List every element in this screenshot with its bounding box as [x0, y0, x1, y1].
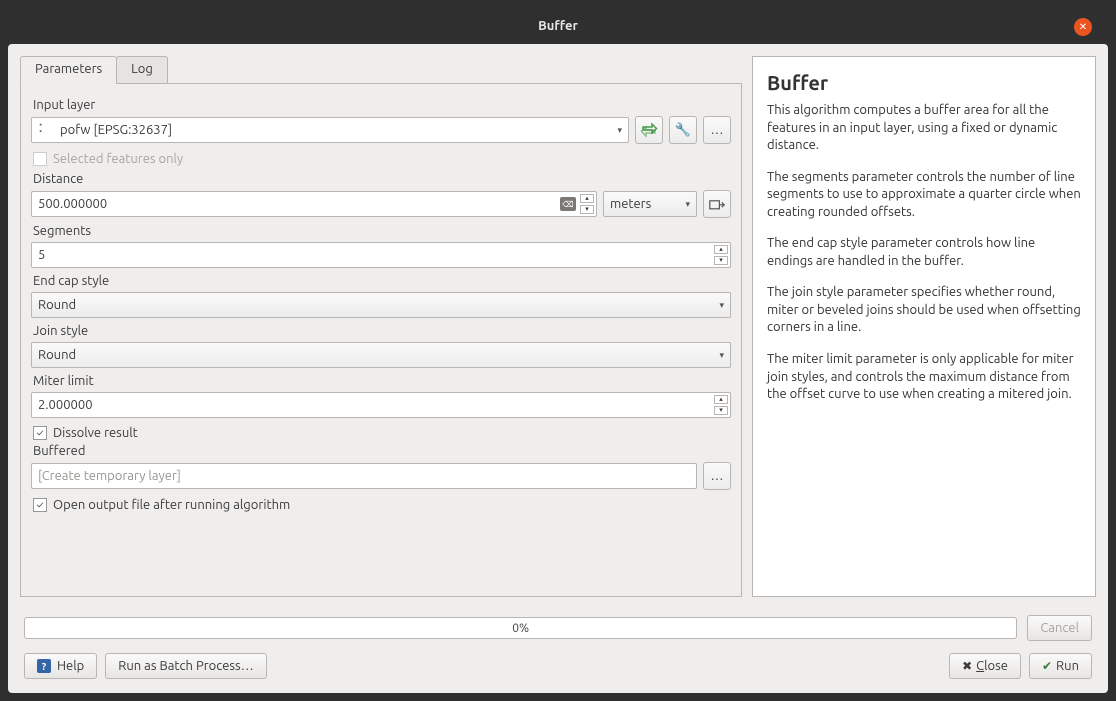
open-output-row: Open output file after running algorithm — [33, 498, 729, 512]
close-window-button[interactable]: ✕ — [1074, 18, 1092, 36]
ellipsis-icon: … — [711, 469, 724, 483]
main-row: Parameters Log ▸ Input layer ⠅ pofw [EPS… — [20, 56, 1096, 597]
open-output-checkbox[interactable] — [33, 498, 47, 512]
chevron-down-icon: ▾ — [617, 125, 622, 136]
input-layer-combo[interactable]: ⠅ pofw [EPSG:32637] ▾ — [31, 117, 629, 143]
buffered-label: Buffered — [33, 444, 729, 458]
run-icon: ✔ — [1042, 659, 1052, 673]
dialog-window: Buffer ✕ Parameters Log ▸ Inp — [0, 0, 1116, 701]
miter-limit-label: Miter limit — [33, 374, 729, 388]
end-cap-row: Round ▾ — [31, 292, 731, 318]
selected-only-label: Selected features only — [53, 152, 183, 166]
miter-limit-input[interactable]: 2.000000 ▴▾ — [31, 392, 731, 418]
tabs: Parameters Log — [20, 56, 742, 84]
segments-spinner[interactable]: ▴▾ — [714, 245, 728, 265]
distance-input[interactable]: 500.000000 ⌫ ▴▾ — [31, 191, 597, 217]
dialog-body: Parameters Log ▸ Input layer ⠅ pofw [EPS… — [8, 44, 1108, 693]
dissolve-label: Dissolve result — [53, 426, 138, 440]
data-defined-icon — [709, 197, 725, 211]
input-layer-browse-button[interactable]: … — [703, 116, 731, 144]
run-button-label: Run — [1056, 659, 1079, 673]
buffered-row: [Create temporary layer] … — [31, 462, 731, 490]
join-style-label: Join style — [33, 324, 729, 338]
parameters-panel: ▸ Input layer ⠅ pofw [EPSG:32637] ▾ — [20, 83, 742, 597]
join-style-row: Round ▾ — [31, 342, 731, 368]
end-cap-select[interactable]: Round ▾ — [31, 292, 731, 318]
selected-only-row: Selected features only — [33, 152, 729, 166]
join-style-select[interactable]: Round ▾ — [31, 342, 731, 368]
button-row: ? Help Run as Batch Process… ✖ Close ✔ R… — [24, 653, 1092, 679]
segments-label: Segments — [33, 224, 729, 238]
buffered-output-browse-button[interactable]: … — [703, 462, 731, 490]
join-style-value: Round — [38, 348, 76, 362]
distance-label: Distance — [33, 172, 729, 186]
ellipsis-icon: … — [711, 123, 724, 137]
progress-text: 0% — [512, 622, 529, 635]
input-layer-label: Input layer — [33, 98, 729, 112]
wrench-icon: 🔧 — [675, 123, 691, 138]
distance-units-value: meters — [610, 197, 651, 211]
end-cap-label: End cap style — [33, 274, 729, 288]
help-button[interactable]: ? Help — [24, 653, 97, 679]
distance-units-select[interactable]: meters ▾ — [603, 191, 697, 217]
chevron-down-icon: ▾ — [685, 199, 690, 210]
help-pane: Buffer This algorithm computes a buffer … — [752, 56, 1096, 597]
close-button-label: Close — [976, 659, 1008, 673]
chevron-down-icon: ▾ — [719, 350, 724, 361]
collapse-help-toggle[interactable]: ▸ — [740, 83, 742, 94]
close-icon: ✕ — [1079, 22, 1087, 32]
advanced-options-button[interactable]: 🔧 — [669, 116, 697, 144]
tab-parameters[interactable]: Parameters — [20, 56, 117, 84]
run-batch-label: Run as Batch Process… — [118, 659, 253, 673]
miter-limit-row: 2.000000 ▴▾ — [31, 392, 731, 418]
iterate-icon — [640, 122, 658, 138]
progress-row: 0% Cancel — [24, 615, 1092, 641]
data-defined-override-button[interactable] — [703, 190, 731, 218]
help-title: Buffer — [767, 71, 1081, 94]
distance-spinner[interactable]: ▴▾ — [580, 194, 594, 214]
help-p1: This algorithm computes a buffer area fo… — [767, 102, 1081, 155]
iterate-features-button[interactable] — [635, 116, 663, 144]
help-p4: The join style parameter specifies wheth… — [767, 284, 1081, 337]
cancel-button: Cancel — [1027, 615, 1092, 641]
segments-row: 5 ▴▾ — [31, 242, 731, 268]
end-cap-value: Round — [38, 298, 76, 312]
buffered-output-input[interactable]: [Create temporary layer] — [31, 463, 697, 489]
input-layer-row: ⠅ pofw [EPSG:32637] ▾ 🔧 — [31, 116, 731, 144]
distance-row: 500.000000 ⌫ ▴▾ meters ▾ — [31, 190, 731, 218]
point-layer-icon: ⠅ — [38, 122, 54, 138]
help-icon: ? — [37, 659, 51, 673]
input-layer-value: pofw [EPSG:32637] — [60, 123, 172, 137]
tab-parameters-label: Parameters — [35, 62, 102, 76]
help-p5: The miter limit parameter is only applic… — [767, 351, 1081, 404]
tab-log-label: Log — [131, 62, 153, 76]
window-title: Buffer — [538, 19, 578, 33]
left-pane: Parameters Log ▸ Input layer ⠅ pofw [EPS… — [20, 56, 742, 597]
miter-limit-value: 2.000000 — [38, 398, 93, 412]
clear-distance-button[interactable]: ⌫ — [560, 197, 576, 211]
run-button[interactable]: ✔ Run — [1029, 653, 1092, 679]
cancel-button-label: Cancel — [1040, 621, 1079, 635]
segments-input[interactable]: 5 ▴▾ — [31, 242, 731, 268]
distance-value: 500.000000 — [38, 197, 107, 211]
close-icon: ✖ — [962, 659, 972, 673]
close-button[interactable]: ✖ Close — [949, 653, 1021, 679]
segments-value: 5 — [38, 248, 45, 262]
tab-log[interactable]: Log — [116, 56, 168, 84]
buffered-placeholder: [Create temporary layer] — [38, 469, 181, 483]
help-p3: The end cap style parameter controls how… — [767, 235, 1081, 270]
dissolve-checkbox[interactable] — [33, 426, 47, 440]
titlebar: Buffer ✕ — [8, 8, 1108, 44]
selected-only-checkbox — [33, 152, 47, 166]
run-batch-button[interactable]: Run as Batch Process… — [105, 653, 266, 679]
open-output-label: Open output file after running algorithm — [53, 498, 290, 512]
dissolve-row: Dissolve result — [33, 426, 729, 440]
miter-limit-spinner[interactable]: ▴▾ — [714, 395, 728, 415]
help-button-label: Help — [57, 659, 84, 673]
chevron-down-icon: ▾ — [719, 300, 724, 311]
help-p2: The segments parameter controls the numb… — [767, 169, 1081, 222]
progress-bar: 0% — [24, 617, 1017, 639]
